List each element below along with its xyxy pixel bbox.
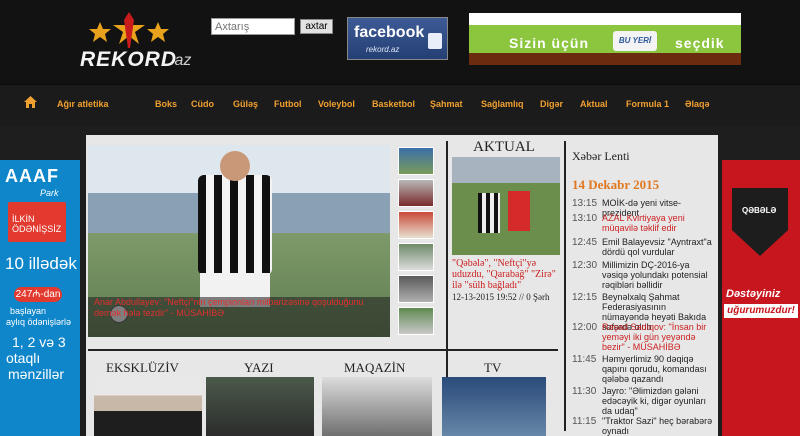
news-feed-title: Xəbər Lenti	[572, 149, 630, 163]
aktual-comments[interactable]: // 0 Şərh	[519, 292, 550, 302]
left-ad-rooms-2: otaqlı	[6, 350, 41, 366]
column-divider	[446, 141, 448, 379]
section-maqazin-title[interactable]: MAQAZİN	[344, 360, 405, 376]
column-divider	[564, 141, 566, 431]
right-ad-line-2: uğurumuzdur!	[724, 304, 798, 318]
top-ad-banner[interactable]: Sizin üçün BU YERİ seçdik	[469, 13, 741, 65]
left-ad-price: 247₼-dan	[14, 287, 62, 302]
ad-banner-bottom-strip	[469, 53, 741, 65]
aktual-headline[interactable]: "Qəbələ", "Neftçi"yə uduzdu, "Qarabağ" "…	[452, 258, 562, 291]
news-headline[interactable]: AZAL Kvirtiyaya yeni müqavilə təklif edi…	[602, 213, 715, 233]
slider-thumbnail[interactable]	[398, 211, 434, 239]
search-input[interactable]	[211, 18, 295, 35]
right-ad-club-name: QƏBƏLƏ	[742, 206, 777, 215]
left-ad-logo: AAAF	[5, 166, 59, 186]
site-logo[interactable]: REKORD .az	[78, 4, 206, 76]
home-icon[interactable]	[24, 96, 37, 108]
section-eksklusiv-title[interactable]: EKSKLÜZİV	[106, 360, 179, 376]
left-side-ad[interactable]: AAAF Park İLKİN ÖDƏNİŞSİZ 10 illədək 247…	[0, 160, 80, 436]
slider-caption[interactable]: Anar Abdullayev: "Neftçi"nin çempionları…	[94, 297, 380, 319]
news-time: 12:00	[572, 322, 598, 333]
nav-item-gules[interactable]: Güləş	[233, 99, 258, 109]
left-ad-small-1: başlayan	[10, 306, 47, 316]
news-time: 11:30	[572, 386, 597, 397]
news-headline[interactable]: Həmyerlimiz 90 dəqiqə qapını qorudu, kom…	[602, 354, 715, 384]
nav-item-cudo[interactable]: Cüdo	[191, 99, 214, 109]
facebook-subtitle: rekord.az	[366, 45, 400, 54]
nav-item-elaqe[interactable]: Əlaqə	[685, 99, 710, 109]
news-headline[interactable]: "Traktor Sazi" heç bərabərə oynadı	[602, 416, 715, 436]
player-figure	[198, 175, 272, 275]
news-time: 11:45	[572, 354, 597, 365]
left-ad-rooms-3: mənzillər	[8, 366, 65, 382]
header: REKORD .az axtar facebook rekord.az Sizi…	[0, 0, 800, 84]
left-ad-rooms-1: 1, 2 və 3	[12, 334, 66, 350]
club-shield-icon	[732, 188, 788, 256]
aktual-meta: 12-13-2015 19:52 // 0 Şərh	[452, 292, 564, 302]
section-divider	[88, 349, 558, 351]
stars-icon	[89, 12, 169, 48]
nav-item-aktual[interactable]: Aktual	[580, 99, 608, 109]
ad-banner-top-strip	[469, 13, 741, 25]
news-time: 13:15	[572, 198, 598, 209]
section-maqazin-image[interactable]	[322, 377, 432, 436]
facebook-title: facebook	[354, 24, 425, 41]
left-ad-small-2: aylıq ödənişlərlə	[6, 317, 72, 327]
nav-item-boks[interactable]: Boks	[155, 99, 177, 109]
right-side-ad[interactable]: QƏBƏLƏ Dəstəyiniz uğurumuzdur!	[722, 160, 800, 436]
ad-right-text: seçdik	[675, 35, 725, 51]
news-time: 12:45	[572, 237, 598, 248]
logo-text: REKORD	[80, 48, 178, 71]
right-ad-line-1: Dəstəyiniz	[726, 288, 781, 300]
news-headline[interactable]: Emil Balayevsiz "Ayntraxt"a dördü qol vu…	[602, 237, 715, 257]
news-time: 11:15	[572, 416, 597, 427]
player-head	[220, 151, 250, 181]
news-time: 13:10	[572, 213, 598, 224]
ad-left-text: Sizin üçün	[509, 35, 589, 51]
logo-tld: .az	[170, 52, 192, 69]
aktual-heading: AKTUAL	[473, 139, 535, 155]
section-tv-image[interactable]	[442, 377, 546, 436]
section-yazi-image[interactable]	[206, 377, 314, 436]
ad-sign: BU YERİ	[613, 31, 657, 51]
news-time: 12:15	[572, 292, 598, 303]
slider-thumbnail[interactable]	[398, 147, 434, 175]
section-eksklusiv-image[interactable]	[94, 377, 202, 436]
left-ad-big-text: 10 illədək	[5, 254, 77, 273]
nav-item-futbol[interactable]: Futbol	[274, 99, 302, 109]
news-headline[interactable]: Rəşad Sadıqov: "İnsan bir yeməyi iki gün…	[602, 322, 715, 352]
slider-thumbnail[interactable]	[398, 243, 434, 271]
slider-thumbnail[interactable]	[398, 179, 434, 207]
nav-item-voleybol[interactable]: Voleybol	[318, 99, 355, 109]
nav-item-sahmat[interactable]: Şahmat	[430, 99, 463, 109]
slider-thumbnail[interactable]	[398, 275, 434, 303]
slider-thumbnail[interactable]	[398, 307, 434, 335]
aktual-image[interactable]	[452, 157, 560, 255]
aktual-date: 12-13-2015 19:52	[452, 292, 517, 302]
main-content: Anar Abdullayev: "Neftçi"nin çempionları…	[86, 135, 718, 436]
section-tv-title[interactable]: TV	[484, 360, 501, 376]
search-button[interactable]: axtar	[300, 19, 333, 34]
news-feed-date: 14 Dekabr 2015	[572, 177, 660, 192]
nav-item-formula-1[interactable]: Formula 1	[626, 99, 669, 109]
nav-item-saglamliq[interactable]: Sağlamlıq	[481, 99, 524, 109]
facebook-banner[interactable]: facebook rekord.az	[347, 17, 448, 60]
aktual-player-1	[478, 193, 500, 233]
aktual-image-stand	[452, 157, 560, 183]
left-ad-logo-sub: Park	[40, 188, 59, 198]
left-ad-red-line-1: İLKİN	[12, 214, 35, 224]
aktual-player-2	[508, 191, 530, 231]
news-headline[interactable]: Jayro: "Əlimizdən gələni edəcəyik ki, di…	[602, 386, 715, 416]
left-ad-red-line-2: ÖDƏNİŞSİZ	[12, 224, 62, 234]
slider-main-image[interactable]: Anar Abdullayev: "Neftçi"nin çempionları…	[88, 145, 390, 337]
nav-item-basketbol[interactable]: Basketbol	[372, 99, 415, 109]
nav-item-diger[interactable]: Digər	[540, 99, 563, 109]
news-headline[interactable]: Millimizin DÇ-2016-ya vəsiqə yolundakı p…	[602, 260, 715, 290]
news-time: 12:30	[572, 260, 598, 271]
thumbs-up-icon	[428, 33, 442, 49]
section-yazi-title[interactable]: YAZI	[244, 360, 274, 376]
nav-item-agir-atletika[interactable]: Ağır atletika	[57, 99, 109, 109]
